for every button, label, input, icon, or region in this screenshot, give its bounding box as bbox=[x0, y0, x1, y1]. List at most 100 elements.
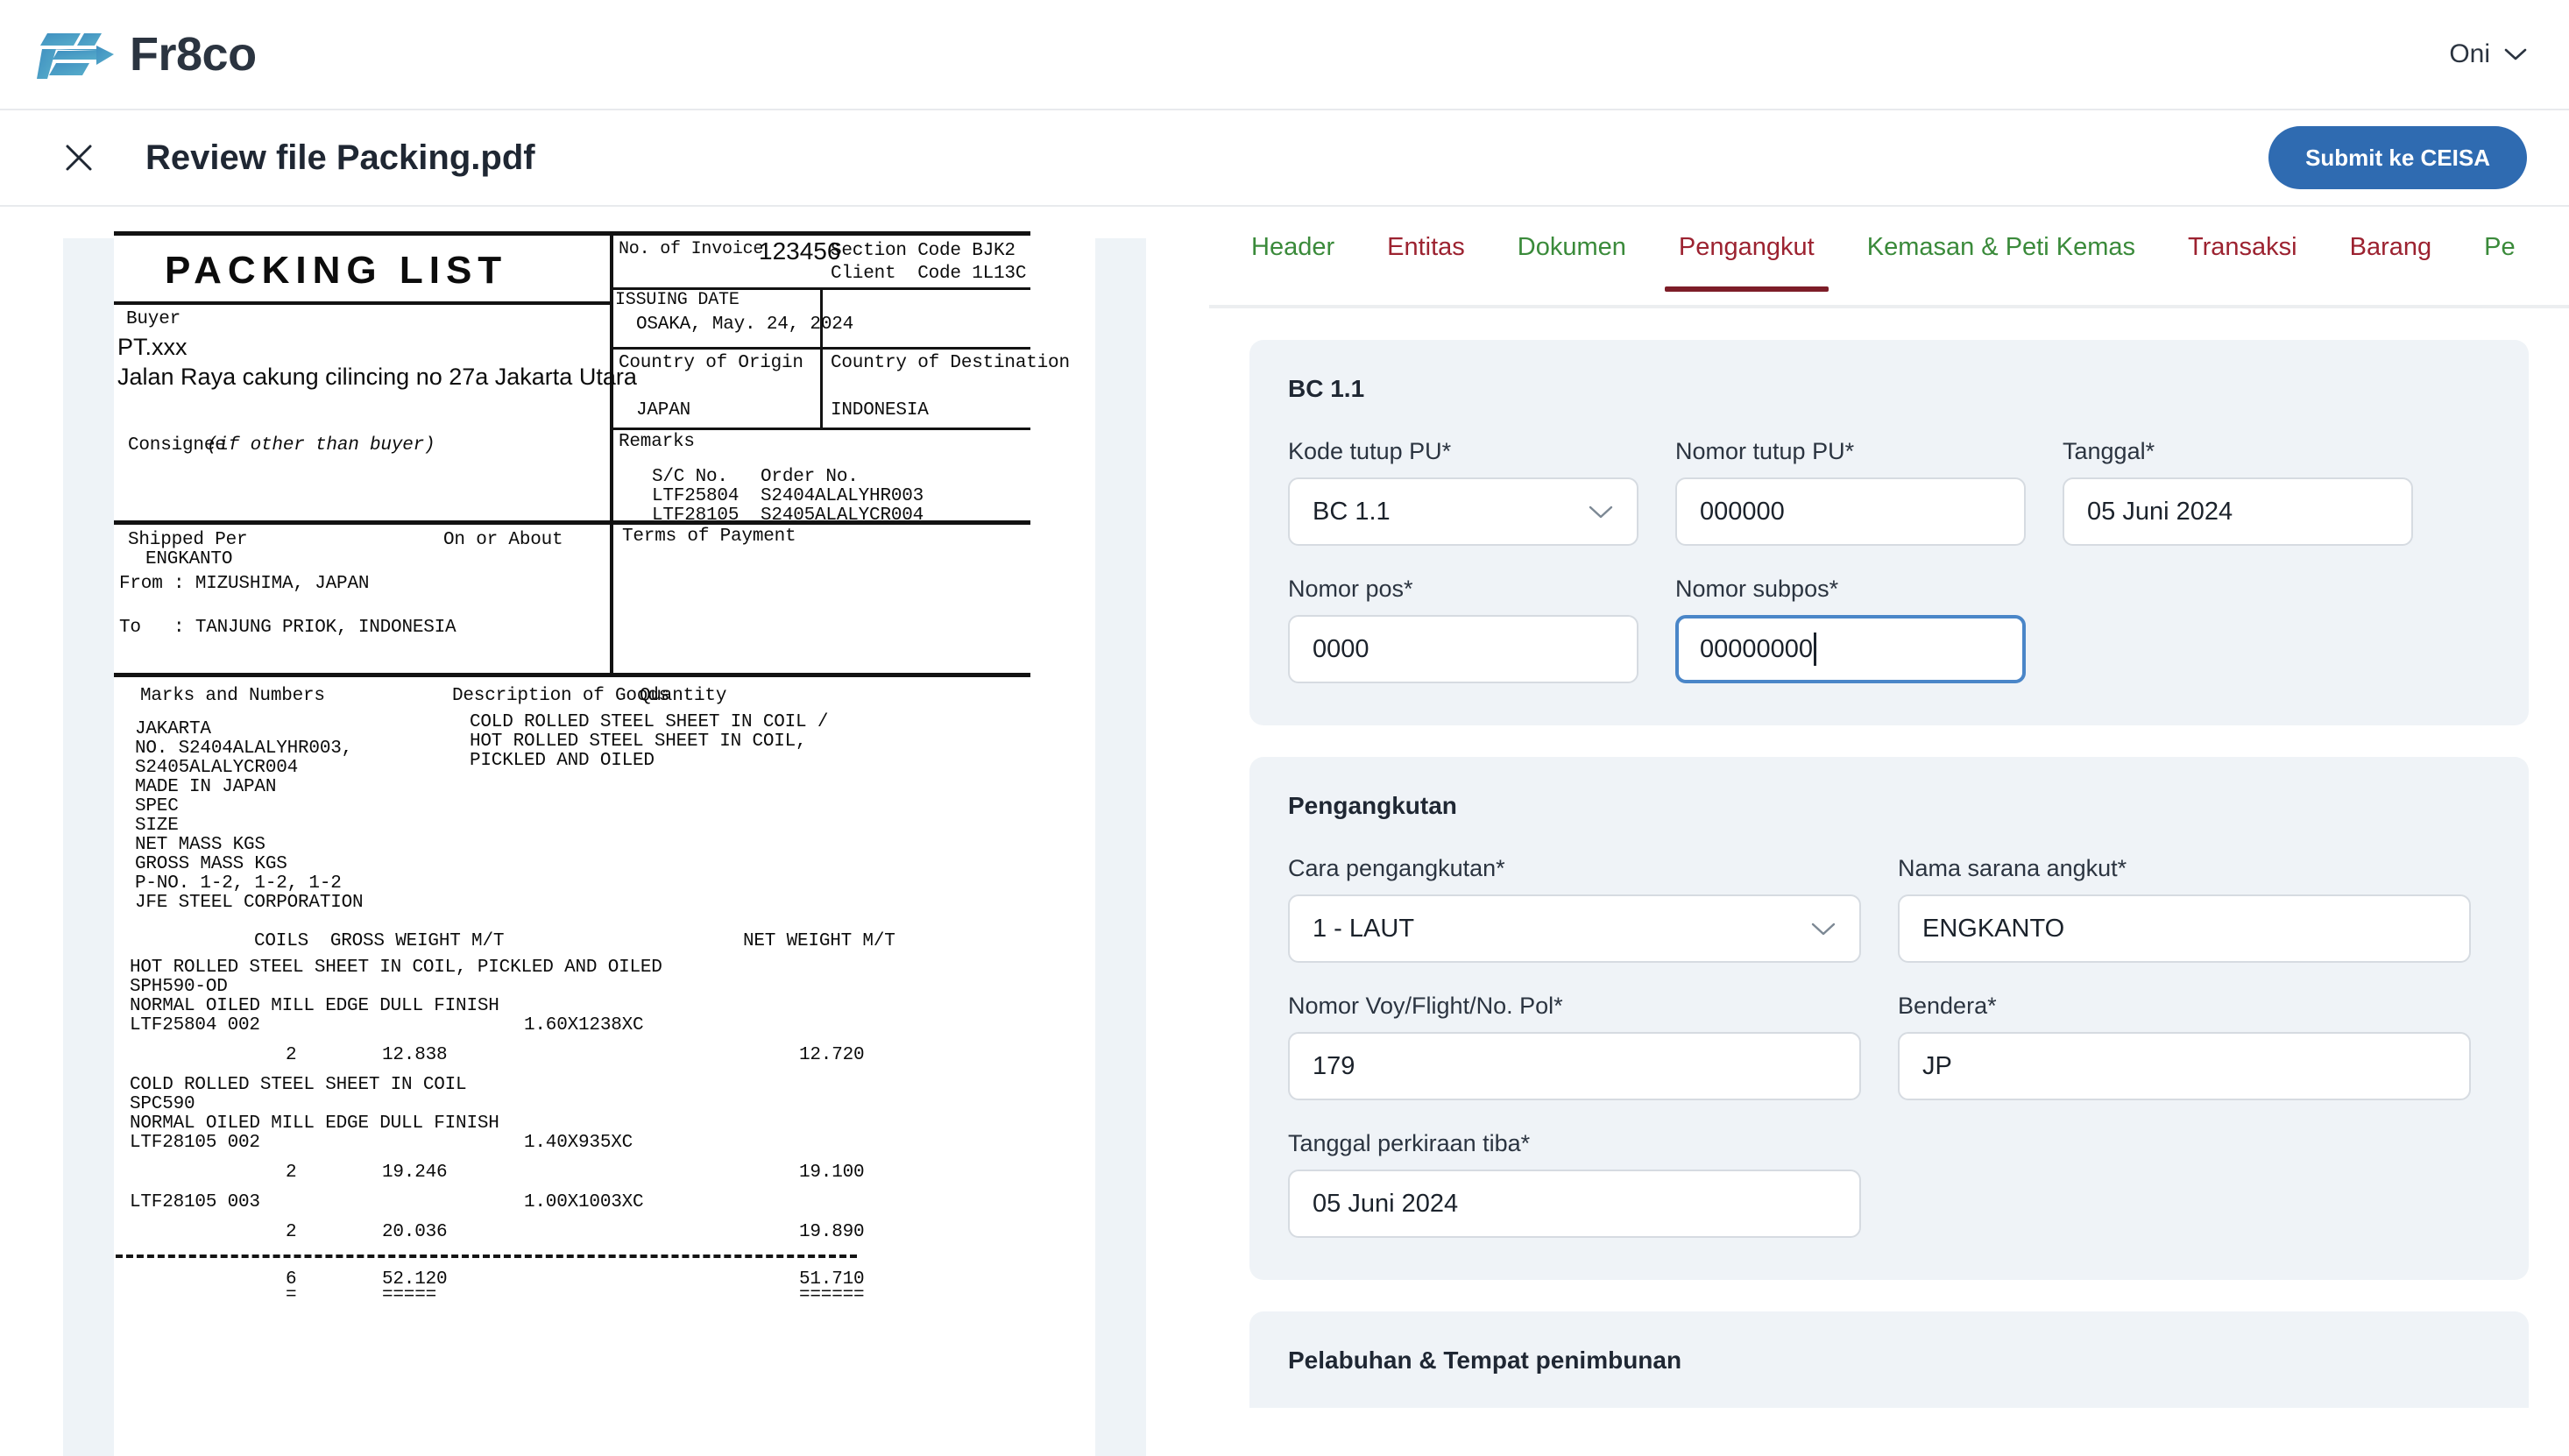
submit-ceisa-button[interactable]: Submit ke CEISA bbox=[2268, 126, 2527, 189]
doc-heading: PACKING LIST bbox=[165, 251, 507, 292]
app-header: Fr8co Oni bbox=[0, 0, 2569, 110]
doc-consignee-note: (if other than buyer) bbox=[207, 436, 435, 456]
doc-country-origin: JAPAN bbox=[636, 401, 690, 421]
doc-mark-line: NET MASS KGS bbox=[135, 836, 265, 855]
field-nomor-voy: Nomor Voy/Flight/No. Pol* 179 bbox=[1288, 993, 1861, 1100]
page-title: Review file Packing.pdf bbox=[145, 138, 535, 178]
tab-pengangkut[interactable]: Pengangkut bbox=[1653, 233, 1841, 288]
doc-goods-line-1: COLD ROLLED STEEL SHEET IN COIL / bbox=[470, 713, 828, 732]
tanggal-value: 05 Juni 2024 bbox=[2087, 498, 2233, 527]
doc-sc-row-1: LTF25804 S2404ALALYHR003 bbox=[652, 487, 924, 506]
kode-tutup-pu-value: BC 1.1 bbox=[1313, 498, 1391, 527]
doc-block-desc: NORMAL OILED MILL EDGE DULL FINISH bbox=[130, 1114, 499, 1134]
doc-block-gross: 12.838 bbox=[382, 1046, 447, 1065]
pdf-preview-pane[interactable]: PACKING LIST No. of Invoice 123456 ISSUI… bbox=[0, 207, 1209, 1456]
doc-on-or-about: On or About bbox=[443, 531, 563, 550]
doc-shipped-per-label: Shipped Per bbox=[128, 531, 247, 550]
bc-card: BC 1.1 Kode tutup PU* BC 1.1 Nomor tutup… bbox=[1249, 340, 2529, 725]
doc-mark-line: P-NO. 1-2, 1-2, 1-2 bbox=[135, 874, 342, 894]
doc-invoice-no: 123456 bbox=[759, 238, 840, 265]
doc-col-coils-gross: COILS GROSS WEIGHT M/T bbox=[254, 932, 504, 951]
field-label: Bendera* bbox=[1898, 993, 2471, 1020]
kode-tutup-pu-select[interactable]: BC 1.1 bbox=[1288, 477, 1638, 546]
doc-block-coils: 2 bbox=[286, 1163, 296, 1183]
doc-marks-label: Marks and Numbers bbox=[140, 687, 325, 706]
pengangkutan-card-title: Pengangkutan bbox=[1288, 792, 2490, 820]
field-label: Cara pengangkutan* bbox=[1288, 855, 1861, 882]
nomor-subpos-value: 00000000 bbox=[1700, 635, 1813, 664]
user-menu[interactable]: Oni bbox=[2449, 39, 2527, 69]
pengangkutan-card: Pengangkutan Cara pengangkutan* 1 - LAUT… bbox=[1249, 757, 2529, 1280]
packing-list-document: PACKING LIST No. of Invoice 123456 ISSUI… bbox=[114, 207, 1095, 1456]
pengangkutan-row-1: Cara pengangkutan* 1 - LAUT Nama sarana … bbox=[1288, 855, 2490, 963]
close-button[interactable] bbox=[53, 131, 105, 184]
doc-mark-line: GROSS MASS KGS bbox=[135, 855, 287, 874]
doc-total-rule-gross: ===== bbox=[382, 1286, 436, 1305]
doc-block-net: 19.890 bbox=[799, 1223, 864, 1242]
doc-mark-line: NO. S2404ALALYHR003, bbox=[135, 739, 352, 759]
pelabuhan-card: Pelabuhan & Tempat penimbunan bbox=[1249, 1311, 2529, 1408]
doc-buyer-name: PT.xxx bbox=[117, 335, 188, 360]
field-label: Tanggal perkiraan tiba* bbox=[1288, 1130, 1861, 1157]
field-label: Nama sarana angkut* bbox=[1898, 855, 2471, 882]
doc-mark-line: MADE IN JAPAN bbox=[135, 778, 276, 797]
nomor-tutup-pu-input[interactable]: 000000 bbox=[1675, 477, 2026, 546]
doc-buyer-label: Buyer bbox=[126, 310, 180, 329]
nomor-voy-input[interactable]: 179 bbox=[1288, 1032, 1861, 1100]
nama-sarana-angkut-value: ENGKANTO bbox=[1922, 915, 2064, 944]
nomor-pos-input[interactable]: 0000 bbox=[1288, 615, 1638, 683]
doc-goods-line-2: HOT ROLLED STEEL SHEET IN COIL, bbox=[470, 732, 806, 752]
doc-to-line: To : TANJUNG PRIOK, INDONESIA bbox=[119, 618, 456, 638]
tab-entitas[interactable]: Entitas bbox=[1361, 233, 1491, 288]
doc-total-rule-coils: = bbox=[286, 1286, 296, 1305]
bendera-input[interactable]: JP bbox=[1898, 1032, 2471, 1100]
doc-block-coils: 2 bbox=[286, 1046, 296, 1065]
field-label: Nomor tutup PU* bbox=[1675, 438, 2026, 465]
doc-issuing-date-label: ISSUING DATE bbox=[615, 291, 740, 309]
doc-block-desc: COLD ROLLED STEEL SHEET IN COIL bbox=[130, 1076, 466, 1095]
field-nomor-pos: Nomor pos* 0000 bbox=[1288, 576, 1638, 683]
tanggal-perkiraan-tiba-input[interactable]: 05 Juni 2024 bbox=[1288, 1170, 1861, 1238]
form-tabs: Header Entitas Dokumen Pengangkut Kemasa… bbox=[1209, 207, 2569, 308]
tab-pe-overflow[interactable]: Pe bbox=[2458, 233, 2541, 288]
doc-section-code: Section Code BJK2 bbox=[831, 242, 1016, 261]
tab-barang[interactable]: Barang bbox=[2324, 233, 2459, 288]
doc-buyer-address: Jalan Raya cakung cilincing no 27a Jakar… bbox=[117, 364, 637, 390]
doc-qty-label: Quantity bbox=[640, 687, 726, 706]
review-subheader: Review file Packing.pdf Submit ke CEISA bbox=[0, 110, 2569, 207]
field-label: Nomor Voy/Flight/No. Pol* bbox=[1288, 993, 1861, 1020]
bc-row-2: Nomor pos* 0000 Nomor subpos* 00000000 bbox=[1288, 576, 2490, 683]
nama-sarana-angkut-input[interactable]: ENGKANTO bbox=[1898, 894, 2471, 963]
doc-vessel: ENGKANTO bbox=[145, 550, 232, 569]
field-label: Nomor subpos* bbox=[1675, 576, 2026, 603]
doc-country-origin-label: Country of Origin bbox=[619, 354, 803, 373]
doc-block-net: 12.720 bbox=[799, 1046, 864, 1065]
tab-dokumen[interactable]: Dokumen bbox=[1491, 233, 1653, 288]
tab-header[interactable]: Header bbox=[1225, 233, 1361, 288]
tanggal-input[interactable]: 05 Juni 2024 bbox=[2063, 477, 2413, 546]
doc-col-net: NET WEIGHT M/T bbox=[743, 932, 895, 951]
pengangkutan-row-2: Nomor Voy/Flight/No. Pol* 179 Bendera* J… bbox=[1288, 993, 2490, 1100]
field-bendera: Bendera* JP bbox=[1898, 993, 2471, 1100]
tab-kemasan-peti-kemas[interactable]: Kemasan & Peti Kemas bbox=[1841, 233, 2162, 288]
doc-block-gross: 19.246 bbox=[382, 1163, 447, 1183]
doc-block-net: 19.100 bbox=[799, 1163, 864, 1183]
chevron-down-icon bbox=[2504, 47, 2527, 61]
form-pane: Header Entitas Dokumen Pengangkut Kemasa… bbox=[1209, 207, 2569, 1456]
pengangkutan-row-3: Tanggal perkiraan tiba* 05 Juni 2024 bbox=[1288, 1130, 2490, 1238]
doc-block-gross: 20.036 bbox=[382, 1223, 447, 1242]
tanggal-perkiraan-tiba-value: 05 Juni 2024 bbox=[1313, 1190, 1458, 1219]
tab-transaksi[interactable]: Transaksi bbox=[2162, 233, 2324, 288]
pdf-page: PACKING LIST No. of Invoice 123456 ISSUI… bbox=[114, 207, 1095, 1456]
doc-country-dest-label: Country of Destination bbox=[831, 354, 1070, 373]
nomor-subpos-input[interactable]: 00000000 bbox=[1675, 615, 2026, 683]
bendera-value: JP bbox=[1922, 1052, 1952, 1081]
cara-pengangkutan-select[interactable]: 1 - LAUT bbox=[1288, 894, 1861, 963]
nomor-voy-value: 179 bbox=[1313, 1052, 1355, 1081]
doc-mark-line: JFE STEEL CORPORATION bbox=[135, 894, 363, 913]
pelabuhan-card-title: Pelabuhan & Tempat penimbunan bbox=[1288, 1346, 2490, 1375]
field-label: Tanggal* bbox=[2063, 438, 2413, 465]
doc-block-desc: SPH590-OD bbox=[130, 978, 228, 997]
field-cara-pengangkutan: Cara pengangkutan* 1 - LAUT bbox=[1288, 855, 1861, 963]
doc-mark-line: JAKARTA bbox=[135, 720, 211, 739]
